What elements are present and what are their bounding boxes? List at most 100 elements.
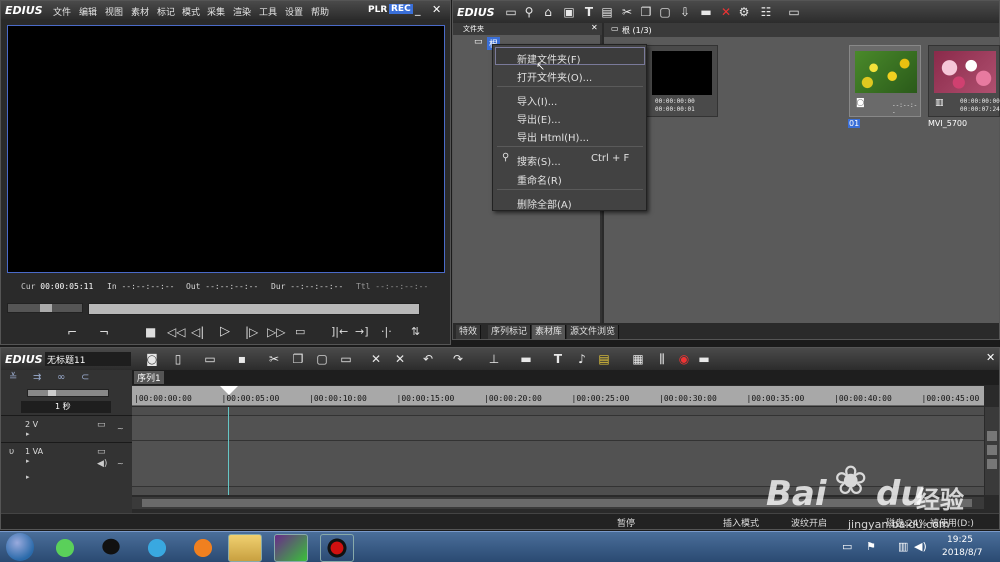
track-tools-icon[interactable]: ⇉ [33, 372, 41, 383]
properties-icon[interactable]: ⚙ [737, 5, 751, 19]
close-icon[interactable]: ✕ [432, 3, 441, 16]
microphone-icon[interactable]: ♪ [575, 352, 589, 366]
scroll-thumb[interactable] [987, 459, 997, 469]
search-icon[interactable]: ⚲ [522, 5, 536, 19]
taskbar-app-edius[interactable] [274, 534, 308, 562]
bin-menu-icon[interactable]: ▭ [787, 5, 801, 19]
playhead-marker[interactable] [220, 386, 238, 395]
menu-item-rename[interactable]: 重命名(R) [517, 172, 562, 187]
menu-item-1[interactable]: 编辑 [79, 5, 97, 18]
view-icon[interactable]: ☷ [759, 5, 773, 19]
record-icon[interactable]: ◉ [677, 352, 691, 366]
taskbar-app-media-player[interactable] [140, 534, 174, 562]
redo-icon[interactable]: ↷ [451, 352, 465, 366]
clock-time[interactable]: 19:25 [947, 535, 973, 545]
paste-icon[interactable]: ▢ [315, 352, 329, 366]
menu-item-0[interactable]: 文件 [53, 5, 71, 18]
copy-icon[interactable]: ❐ [639, 5, 653, 19]
track-expand-icon[interactable]: ▸ [26, 457, 30, 465]
paste-icon[interactable]: ▢ [658, 5, 672, 19]
shuttle-slider[interactable] [7, 303, 83, 313]
speaker-icon[interactable]: ◀) [97, 459, 107, 469]
rewind-icon[interactable]: ◁◁ [167, 325, 185, 339]
time-ruler[interactable]: |00:00:00:00 |00:00:05:00 |00:00:10:00 |00:… [132, 386, 984, 406]
track-settings-icon[interactable]: ~ [117, 424, 124, 433]
sequence-settings-icon[interactable]: ▦ [631, 352, 645, 366]
fast-forward-icon[interactable]: ▷▷ [267, 325, 285, 339]
timeline-vscroll[interactable] [985, 407, 999, 495]
menu-item-3[interactable]: 素材 [131, 5, 149, 18]
track-link-icon[interactable]: υ [9, 447, 14, 457]
split-icon[interactable]: ·|· [381, 325, 392, 338]
taskbar-app-explorer[interactable] [228, 534, 262, 562]
add-color-icon[interactable]: ▤ [600, 5, 614, 19]
capture-icon[interactable]: ◙ [145, 352, 159, 366]
new-sequence-icon[interactable]: ▯ [171, 352, 185, 366]
menu-item-search[interactable]: 搜索(S)... [517, 153, 561, 168]
timeline-close-icon[interactable]: ✕ [986, 351, 995, 364]
mark-in-icon[interactable]: ⌐ [67, 325, 77, 339]
tab-sequence-markers[interactable]: 序列标记 [488, 325, 532, 339]
clip-thumbnail[interactable]: 00:00:00:00 00:00:00:01 [646, 45, 718, 117]
menu-item-open-folder[interactable]: 打开文件夹(O)... [517, 69, 592, 84]
zoom-slider[interactable] [27, 389, 109, 397]
track-lane-1va[interactable] [132, 441, 984, 487]
menu-item-5[interactable]: 模式 [182, 5, 200, 18]
menu-item-7[interactable]: 渲染 [233, 5, 251, 18]
sequence-tab[interactable]: 序列1 [134, 371, 164, 384]
tray-keyboard-icon[interactable]: ▭ [842, 540, 852, 553]
menu-item-4[interactable]: 标记 [157, 5, 175, 18]
loop-icon[interactable]: ▭ [295, 325, 305, 338]
mark-out-icon[interactable]: ¬ [99, 325, 109, 339]
menu-item-10[interactable]: 帮助 [311, 5, 329, 18]
tab-source-browser[interactable]: 源文件浏览 [567, 325, 620, 339]
plr-label[interactable]: PLR [368, 5, 387, 15]
timeline-hscroll[interactable] [132, 497, 984, 509]
tray-volume-icon[interactable]: ◀) [914, 540, 927, 553]
save-icon[interactable]: ▪ [235, 352, 249, 366]
delete-icon[interactable]: ✕ [719, 5, 733, 19]
mixer-icon[interactable]: ⫼ [655, 352, 669, 366]
track-video-toggle-icon[interactable]: ▭ [97, 447, 106, 457]
menu-item-6[interactable]: 采集 [207, 5, 225, 18]
status-ripple[interactable]: 波纹开启 [791, 516, 827, 529]
rec-badge[interactable]: REC [389, 4, 413, 14]
track-expand-icon[interactable]: ▸ [26, 430, 30, 438]
cut-icon[interactable]: ✂ [620, 5, 634, 19]
taskbar-app-recorder[interactable] [320, 534, 354, 562]
track-settings-icon[interactable]: ~ [117, 459, 124, 468]
menu-item-8[interactable]: 工具 [259, 5, 277, 18]
scroll-thumb[interactable] [987, 431, 997, 441]
scale-selector[interactable]: 1 秒 [21, 401, 111, 413]
layout-icon[interactable]: ▬ [697, 352, 711, 366]
render-icon[interactable]: ▤ [597, 352, 611, 366]
up-folder-icon[interactable]: ⌂ [541, 5, 555, 19]
delete-clip-icon[interactable]: ✕ [369, 352, 383, 366]
tab-bin[interactable]: 素材库 [532, 325, 567, 339]
open-project-icon[interactable]: ▭ [203, 352, 217, 366]
folder-icon[interactable]: ▭ [504, 5, 518, 19]
tray-network-icon[interactable]: ▥ [898, 540, 908, 553]
status-mode[interactable]: 插入模式 [723, 516, 759, 529]
taskbar-app-360[interactable] [48, 534, 82, 562]
hscroll-thumb[interactable] [142, 499, 972, 507]
menu-item-export-html[interactable]: 导出 Html(H)... [517, 129, 589, 144]
minimize-icon[interactable]: _ [415, 3, 421, 16]
clip-thumbnail[interactable]: ◙ --:--:-- [849, 45, 921, 117]
taskbar-app-qq[interactable] [94, 534, 128, 562]
title-icon[interactable]: T [582, 5, 596, 19]
step-forward-icon[interactable]: |▷ [245, 325, 258, 339]
cut-icon[interactable]: ✂ [267, 352, 281, 366]
track-expand-icon[interactable]: ▸ [26, 473, 30, 481]
tab-effects[interactable]: 特效 [456, 325, 482, 339]
track-lane-2v[interactable] [132, 415, 984, 441]
match-frame-icon[interactable]: ⇅ [411, 325, 420, 338]
copy-icon[interactable]: ❐ [291, 352, 305, 366]
undo-icon[interactable]: ↶ [421, 352, 435, 366]
title-icon[interactable]: T [551, 352, 565, 366]
add-clip-icon[interactable]: ▣ [562, 5, 576, 19]
add-cut-icon[interactable]: ⊥ [487, 352, 501, 366]
insert-to-timeline-icon[interactable]: ]|← [331, 325, 348, 338]
menu-item-2[interactable]: 视图 [105, 5, 123, 18]
position-bar[interactable] [88, 303, 420, 315]
